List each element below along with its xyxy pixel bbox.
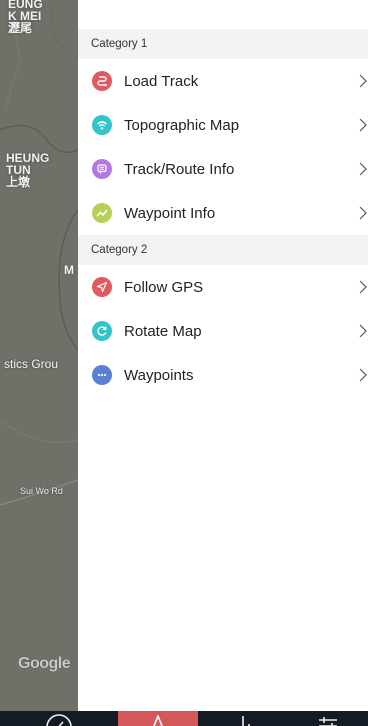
navigation-arrow-icon [92, 277, 112, 297]
map-label-village-2: HEUNG TUN 上墩 [6, 151, 50, 189]
menu-item-track-route-info[interactable]: Track/Route Info [78, 147, 368, 191]
menu-item-label: Follow GPS [124, 278, 204, 296]
menu-item-waypoints[interactable]: Waypoints [78, 353, 368, 397]
menu-item-label: Track/Route Info [124, 160, 235, 178]
settings-sliders-icon [319, 717, 337, 726]
wifi-icon [92, 115, 112, 135]
menu-item-label: Rotate Map [124, 322, 202, 340]
map-roads [0, 0, 78, 506]
chevron-right-icon [359, 324, 367, 338]
map-label-village-1: EUNG K MEI 瀝尾 [8, 0, 43, 35]
menu-item-label: Load Track [124, 72, 199, 90]
menu-item-rotate-map[interactable]: Rotate Map [78, 309, 368, 353]
bottom-nav-bar [0, 711, 368, 726]
load-track-icon [92, 71, 112, 91]
menu-item-label: Topographic Map [124, 116, 240, 134]
side-drawer: Category 1 Load Track Topographic Map Tr… [78, 0, 368, 711]
map-label-road: Sui Wo Rd [20, 486, 63, 496]
chevron-right-icon [359, 368, 367, 382]
section-header-category-2: Category 2 [78, 235, 368, 265]
google-attribution: Google [18, 655, 71, 672]
stats-bars-icon [242, 716, 250, 726]
rotate-icon [92, 321, 112, 341]
tab-stats[interactable] [198, 711, 288, 726]
section-header-category-1: Category 1 [78, 29, 368, 59]
drawer-top-spacer [78, 0, 368, 29]
map-label-poi: stics Grou [4, 357, 59, 371]
tab-compass[interactable] [0, 711, 118, 726]
chevron-right-icon [359, 280, 367, 294]
trend-icon [92, 203, 112, 223]
tab-navigation[interactable] [118, 711, 198, 726]
tab-settings[interactable] [288, 711, 368, 726]
message-icon [92, 159, 112, 179]
map-label-m: M [64, 263, 74, 277]
map-view[interactable]: EUNG K MEI 瀝尾 HEUNG TUN 上墩 M stics Grou … [0, 0, 78, 711]
menu-item-label: Waypoint Info [124, 204, 216, 222]
navigation-icon [153, 715, 163, 726]
chevron-right-icon [359, 74, 367, 88]
menu-item-waypoint-info[interactable]: Waypoint Info [78, 191, 368, 235]
menu-item-follow-gps[interactable]: Follow GPS [78, 265, 368, 309]
chevron-right-icon [359, 162, 367, 176]
menu-item-topographic-map[interactable]: Topographic Map [78, 103, 368, 147]
compass-icon [46, 714, 72, 726]
more-dots-icon [92, 365, 112, 385]
chevron-right-icon [359, 206, 367, 220]
menu-item-label: Waypoints [124, 366, 194, 384]
menu-item-load-track[interactable]: Load Track [78, 59, 368, 103]
chevron-right-icon [359, 118, 367, 132]
